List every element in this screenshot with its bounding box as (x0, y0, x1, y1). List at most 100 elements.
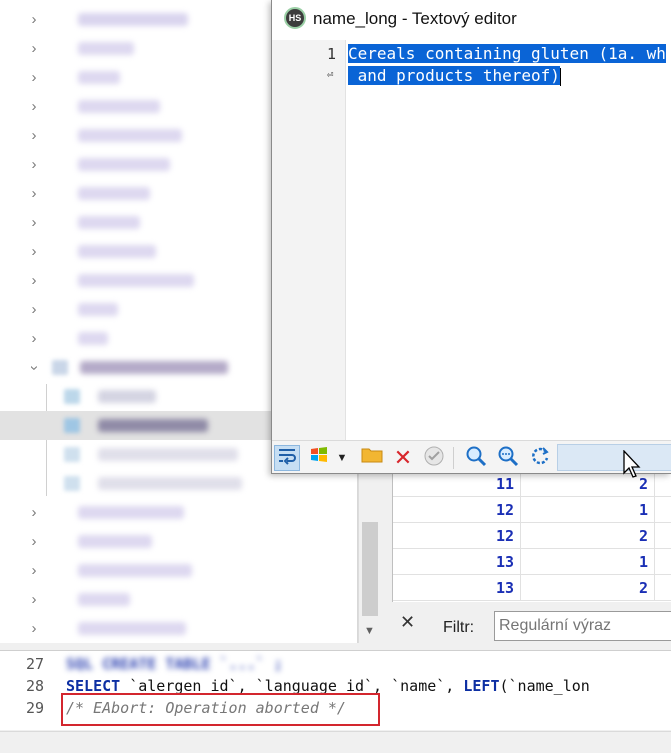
status-bar (0, 731, 671, 753)
chevron-down-icon[interactable]: › (26, 360, 43, 376)
sql-columns: (`name_lon (499, 677, 590, 695)
tree-node-label (78, 245, 156, 258)
table-icon (52, 360, 68, 375)
tree-node-label (78, 564, 192, 577)
chevron-right-icon[interactable]: › (26, 128, 42, 144)
chevron-right-icon[interactable]: › (26, 331, 42, 347)
error-highlight-box (61, 693, 380, 726)
window-titlebar[interactable]: HS name_long - Textový editor (272, 0, 671, 40)
view-icon (64, 389, 80, 404)
tree-node-label (98, 390, 156, 403)
chevron-down-icon[interactable]: ▼ (334, 445, 350, 471)
cell-language-id[interactable]: 1 (521, 497, 655, 523)
cell-alergen-id[interactable]: 11 (393, 471, 521, 497)
scrollbar-thumb[interactable] (362, 522, 378, 616)
mouse-cursor-icon (623, 450, 641, 478)
check-icon[interactable] (421, 445, 447, 471)
tree-node[interactable]: › (0, 527, 357, 556)
tree-node[interactable]: › (0, 585, 357, 614)
tree-node-label (98, 477, 242, 490)
table-row[interactable]: 13 2 (393, 575, 671, 601)
windows-logo-icon[interactable] (306, 445, 332, 471)
replace-icon[interactable] (527, 445, 553, 471)
app-root: › › › › › › › › › › › › › › › › › › ▼ 11… (0, 0, 671, 753)
chevron-right-icon[interactable]: › (26, 534, 42, 550)
tree-node-label (78, 129, 182, 142)
tree-node-label (78, 100, 160, 113)
table-row[interactable]: 12 1 (393, 497, 671, 523)
tree-node-label (78, 506, 184, 519)
table-row[interactable]: 12 2 (393, 523, 671, 549)
chevron-right-icon[interactable]: › (26, 186, 42, 202)
tree-node-label (78, 158, 170, 171)
tree-node[interactable]: › (0, 498, 357, 527)
results-grid[interactable]: 11 2 12 1 12 2 13 1 13 2 (392, 471, 671, 602)
editor-text-area[interactable]: Cereals containing gluten (1a. wh and pr… (348, 43, 666, 87)
search-icon[interactable] (463, 445, 489, 471)
tree-node-label (98, 448, 238, 461)
tree-node-label (78, 71, 120, 84)
view-icon (64, 476, 80, 491)
cell-alergen-id[interactable]: 13 (393, 575, 521, 601)
filter-input[interactable] (494, 611, 671, 641)
chevron-right-icon[interactable]: › (26, 244, 42, 260)
cell-alergen-id[interactable]: 12 (393, 497, 521, 523)
sql-code[interactable]: SQL CREATE TABLE `...` ; (66, 653, 283, 675)
selected-text[interactable]: and products thereof) (348, 66, 560, 85)
chevron-right-icon[interactable]: › (26, 99, 42, 115)
tree-node-label (78, 593, 130, 606)
results-scrollbar[interactable]: ▼ (358, 474, 380, 643)
line-number: 1 (326, 45, 336, 63)
chevron-right-icon[interactable]: › (26, 157, 42, 173)
chevron-right-icon[interactable]: › (26, 215, 42, 231)
line-number: 27 (25, 655, 44, 673)
tree-node-label (78, 216, 140, 229)
line-number: 28 (25, 677, 44, 695)
window-title: name_long - Textový editor (313, 9, 517, 28)
view-icon (64, 447, 80, 462)
close-icon[interactable]: ✕ (400, 613, 415, 631)
text-caret (559, 67, 561, 86)
chevron-right-icon[interactable]: › (26, 12, 42, 28)
chevron-right-icon[interactable]: › (26, 505, 42, 521)
line-number: 29 (25, 699, 44, 717)
cell-language-id[interactable]: 2 (521, 575, 655, 601)
cell-language-id[interactable]: 2 (521, 523, 655, 549)
word-wrap-icon[interactable] (274, 445, 300, 471)
tree-node-label (80, 361, 228, 374)
tree-node-label (78, 13, 188, 26)
selected-text[interactable]: Cereals containing gluten (1a. wh (348, 44, 666, 63)
tree-node-label (78, 42, 134, 55)
text-editor-window[interactable]: HS name_long - Textový editor 1 ⏎ Cereal… (271, 0, 671, 474)
search-next-icon[interactable] (495, 445, 521, 471)
filter-bar: ✕ Filtr: (380, 602, 671, 643)
editor-gutter: 1 ⏎ (272, 40, 346, 440)
tree-node-label (78, 187, 150, 200)
chevron-right-icon[interactable]: › (26, 70, 42, 86)
tree-node-label (98, 419, 208, 432)
table-row[interactable]: 13 1 (393, 549, 671, 575)
wrap-continuation-icon: ⏎ (327, 68, 334, 81)
app-logo-icon: HS (284, 7, 306, 29)
tree-node-label (78, 622, 186, 635)
delete-icon[interactable]: ✕ (390, 445, 416, 471)
view-icon (64, 418, 80, 433)
chevron-right-icon[interactable]: › (26, 563, 42, 579)
tree-node[interactable]: › (0, 614, 357, 643)
tree-node[interactable]: › (0, 556, 357, 585)
cell-language-id[interactable]: 1 (521, 549, 655, 575)
cell-alergen-id[interactable]: 12 (393, 523, 521, 549)
cell-alergen-id[interactable]: 13 (393, 549, 521, 575)
chevron-right-icon[interactable]: › (26, 41, 42, 57)
folder-icon[interactable] (359, 445, 385, 471)
toolbar-status-area (557, 444, 671, 471)
scroll-down-icon[interactable]: ▼ (364, 625, 375, 637)
chevron-right-icon[interactable]: › (26, 273, 42, 289)
toolbar-separator (453, 447, 454, 469)
chevron-right-icon[interactable]: › (26, 621, 42, 637)
chevron-right-icon[interactable]: › (26, 302, 42, 318)
tree-node-label (78, 274, 194, 287)
filter-label: Filtr: (443, 619, 475, 636)
chevron-right-icon[interactable]: › (26, 592, 42, 608)
sql-line[interactable]: 27 SQL CREATE TABLE `...` ; (0, 653, 671, 675)
